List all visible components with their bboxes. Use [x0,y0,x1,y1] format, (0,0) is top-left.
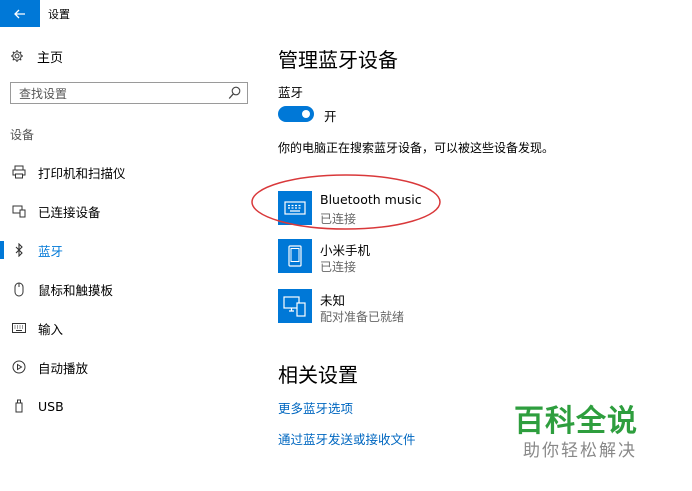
section-label-devices: 设备 [10,128,35,142]
bluetooth-toggle[interactable] [278,106,314,122]
bluetooth-label: 蓝牙 [278,85,304,100]
device-item-xiaomi-phone[interactable]: 小米手机 已连接 [278,239,478,277]
toggle-state-label: 开 [324,109,337,124]
sidebar-item-label: 打印机和扫描仪 [38,165,126,181]
device-status: 配对准备已就绪 [320,310,405,324]
sidebar-item-usb[interactable]: USB [0,391,258,421]
back-button[interactable] [0,0,40,27]
highlight-circle [251,174,441,230]
sidebar-item-label: 输入 [38,321,64,337]
keyboard-icon [11,320,27,336]
sidebar-item-label: USB [38,398,64,414]
watermark-subtitle: 助你轻松解决 [523,441,637,461]
usb-icon [11,398,27,414]
sidebar-item-mouse-touchpad[interactable]: 鼠标和触摸板 [0,274,258,304]
autoplay-icon [11,359,27,375]
nav-home-label: 主页 [37,50,64,66]
phone-device-icon [278,239,312,273]
watermark-title: 百科全说 [514,404,638,439]
connected-devices-icon [11,203,27,219]
device-item-unknown[interactable]: 未知 配对准备已就绪 [278,289,478,327]
back-arrow-icon [14,9,25,18]
search-box[interactable] [10,82,248,104]
nav-home[interactable]: 主页 [10,45,63,67]
sidebar-item-autoplay[interactable]: 自动播放 [0,352,258,382]
title-bar: 设置 [0,0,692,27]
send-receive-files-link[interactable]: 通过蓝牙发送或接收文件 [278,429,416,448]
sidebar-item-connected-devices[interactable]: 已连接设备 [0,196,258,226]
sidebar-item-printers[interactable]: 打印机和扫描仪 [0,157,258,187]
discovery-status-text: 你的电脑正在搜索蓝牙设备，可以被这些设备发现。 [278,141,555,155]
more-bluetooth-options-link[interactable]: 更多蓝牙选项 [278,398,353,417]
gear-icon [11,50,23,62]
sidebar-item-label: 已连接设备 [38,204,101,220]
page-title: 管理蓝牙设备 [278,48,398,72]
related-settings-title: 相关设置 [278,363,358,387]
window-title: 设置 [48,8,70,21]
sidebar-item-label: 鼠标和触摸板 [38,282,114,298]
active-indicator [0,241,4,259]
search-icon[interactable] [228,86,241,100]
bluetooth-icon [11,242,27,258]
sidebar-item-label: 自动播放 [38,360,89,376]
device-status: 已连接 [320,260,357,274]
sidebar-item-label: 蓝牙 [38,243,64,259]
sidebar-item-typing[interactable]: 输入 [0,313,258,343]
toggle-knob [302,110,310,118]
search-input[interactable] [19,85,219,103]
device-name: 小米手机 [320,243,371,258]
unknown-device-icon [278,289,312,323]
device-name: 未知 [320,293,346,308]
mouse-icon [11,281,27,297]
printer-icon [11,164,27,180]
sidebar-item-bluetooth[interactable]: 蓝牙 [0,235,258,265]
